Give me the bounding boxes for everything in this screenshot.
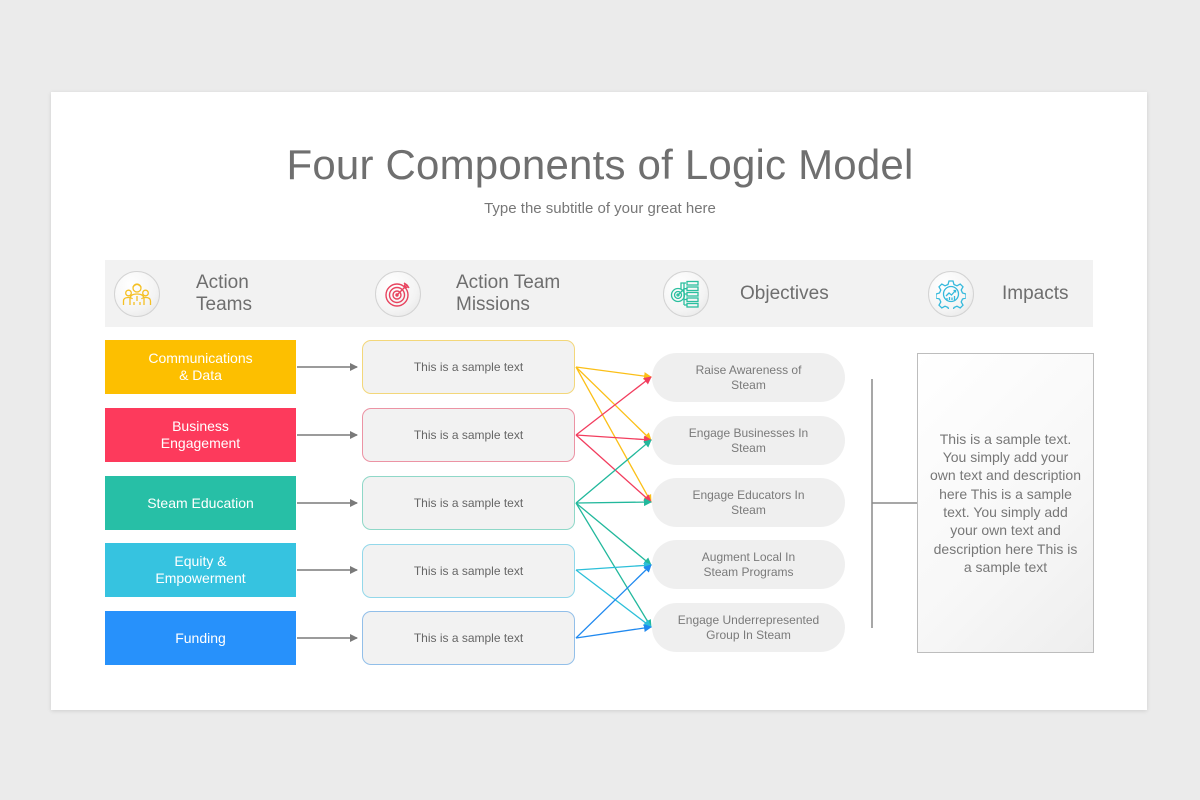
objective-label: Raise Awareness of Steam [695,362,802,392]
mission-box: This is a sample text [362,611,575,665]
gear-chart-icon [928,270,974,317]
action-team-funding: Funding [105,611,296,665]
mission-box: This is a sample text [362,476,575,530]
action-team-communications-data: Communications & Data [105,340,296,394]
header-objectives: Objectives [663,260,829,327]
impact-box: This is a sample text. You simply add yo… [917,353,1094,653]
mission-label: This is a sample text [413,564,524,578]
action-team-business-engagement: Business Engagement [105,408,296,462]
mission-label: This is a sample text [413,496,524,510]
header-label: Action Team Missions [456,271,561,315]
objective-label: Engage Underrepresented Group In Steam [677,612,820,642]
objective-augment-local: Augment Local In Steam Programs [652,540,845,589]
team-label: Equity & Empowerment [155,553,246,586]
page-title: Four Components of Logic Model [286,141,914,188]
objective-label: Engage Businesses In Steam [688,425,809,455]
mission-box: This is a sample text [362,340,575,394]
objective-label: Engage Educators In Steam [692,487,805,517]
team-label: Business Engagement [160,418,241,451]
objective-engage-businesses: Engage Businesses In Steam [652,416,845,465]
column-header-band: Action Teams Action Team Missions Object… [105,260,1093,327]
objective-engage-underrepresented: Engage Underrepresented Group In Steam [652,603,845,652]
mission-box: This is a sample text [362,544,575,598]
mission-label: This is a sample text [413,360,524,374]
header-label: Impacts [1002,282,1069,304]
team-label: Communications & Data [148,350,253,383]
mission-label: This is a sample text [413,428,524,442]
action-team-equity-empowerment: Equity & Empowerment [105,543,296,597]
mission-box: This is a sample text [362,408,575,462]
page-subtitle: Type the subtitle of your great here [484,200,716,217]
team-label: Steam Education [147,494,254,511]
impact-text: This is a sample text. You simply add yo… [930,430,1081,575]
header-impacts: Impacts [928,260,1069,327]
action-team-steam-education: Steam Education [105,476,296,530]
mission-label: This is a sample text [413,631,524,645]
target-icon [375,270,421,317]
objective-engage-educators: Engage Educators In Steam [652,478,845,527]
header-action-teams: Action Teams [114,260,252,327]
header-action-team-missions: Action Team Missions [375,260,560,327]
objectives-icon [663,270,709,317]
objective-raise-awareness: Raise Awareness of Steam [652,353,845,402]
objective-label: Augment Local In Steam Programs [701,549,796,579]
header-label: Action Teams [196,271,252,315]
team-label: Funding [175,629,226,646]
header-label: Objectives [740,282,829,304]
team-icon [114,270,160,317]
